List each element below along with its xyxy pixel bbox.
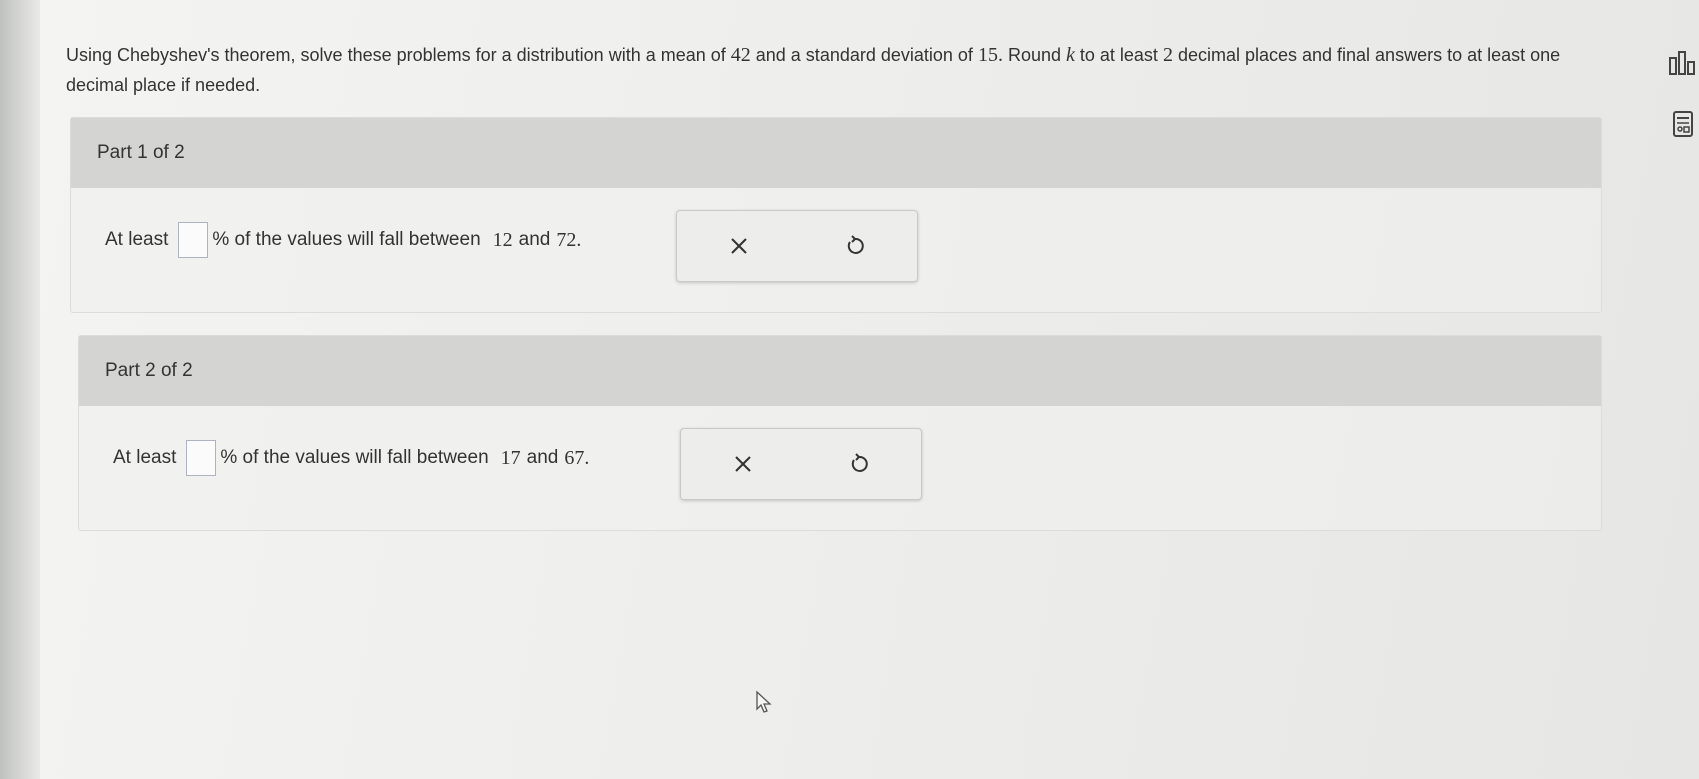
part-2-and: and [526,447,559,468]
x-icon [735,456,751,472]
part-2-answer-input[interactable] [186,440,217,476]
part-1-low-value: 12 [492,228,513,251]
screen-left-edge [0,0,40,779]
part-1-clear-button[interactable] [723,230,755,262]
part-2-low-value: 17 [500,446,521,469]
part-1-answer-input[interactable] [178,222,209,258]
bar-chart-icon [1669,51,1695,75]
question-number: 2 [1162,44,1173,66]
part-1-and: and [518,229,551,250]
part-2-statement: At least % of the values will fall betwe… [113,440,595,476]
part-1-prefix: At least [105,229,169,250]
question-text: Using Chebyshev's theorem, solve these p… [66,40,1606,100]
calculator-icon [1673,111,1693,137]
bar-chart-tool-button[interactable] [1668,50,1698,81]
question-text-segment: to at least [1074,45,1163,65]
part-2-action-panel [680,428,922,500]
part-2-suffix: % of the values will fall between [220,447,489,468]
question-text-segment: and a standard deviation of [750,45,978,65]
part-1-action-panel [676,210,918,282]
part-1-statement: At least % of the values will fall betwe… [105,222,587,258]
question-number: 42 [730,44,751,66]
part-2-clear-button[interactable] [727,448,759,480]
part-2-header: Part 2 of 2 [79,336,1601,406]
x-icon [731,238,747,254]
question-text-segment: Round [1002,45,1066,65]
question-number: 15. [977,44,1003,66]
part-2-undo-button[interactable] [843,448,875,480]
undo-icon [851,453,868,472]
part-1-undo-button[interactable] [839,230,871,262]
part-1-card: Part 1 of 2 At least % of the values wil… [70,117,1602,313]
part-2-high-value: 67. [564,446,590,469]
part-1-header: Part 1 of 2 [71,118,1601,188]
question-text-segment: Using Chebyshev's theorem, solve these p… [66,45,731,65]
question-variable: k [1065,44,1075,66]
part-1-high-value: 72. [556,228,582,251]
part-1-suffix: % of the values will fall between [212,229,481,250]
part-2-card: Part 2 of 2 At least % of the values wil… [78,335,1602,531]
calculator-tool-button[interactable] [1672,110,1694,143]
part-2-title: Part 2 of 2 [105,360,193,381]
part-1-title: Part 1 of 2 [97,142,185,163]
mouse-pointer-icon [755,690,773,719]
part-2-prefix: At least [113,447,177,468]
undo-icon [847,235,864,254]
